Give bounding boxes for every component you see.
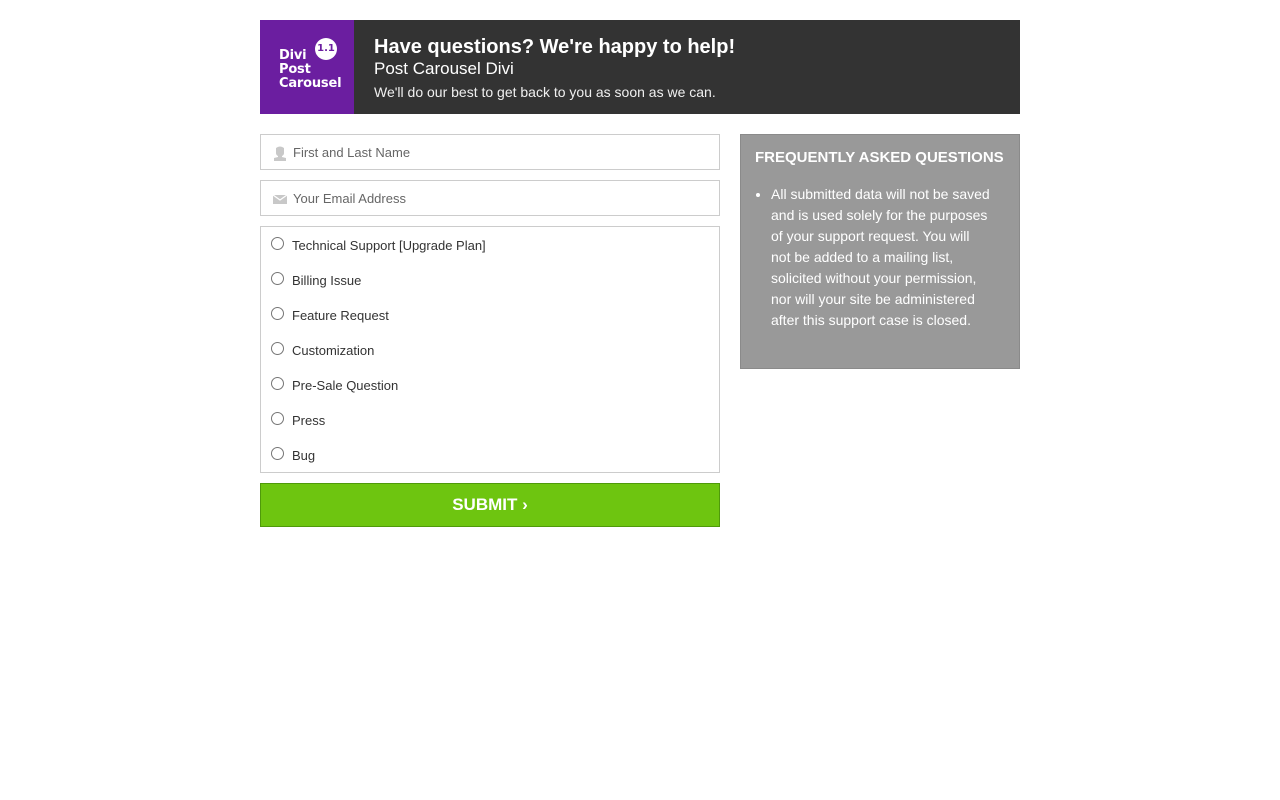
user-icon <box>274 146 286 161</box>
topic-radio-press[interactable] <box>271 412 284 425</box>
header-subtitle: We'll do our best to get back to you as … <box>374 84 716 100</box>
topic-radio-feature-request[interactable] <box>271 307 284 320</box>
logo-line-3: Carousel <box>279 76 342 91</box>
faq-title: FREQUENTLY ASKED QUESTIONS <box>755 149 1004 166</box>
topic-option: Customization <box>261 340 719 375</box>
topic-option: Billing Issue <box>261 270 719 305</box>
topic-radio-technical-support[interactable] <box>271 237 284 250</box>
support-header: 1.1 Divi Post Carousel Have questions? W… <box>260 20 1020 114</box>
name-input[interactable] <box>293 135 713 169</box>
topic-label[interactable]: Press <box>292 413 325 429</box>
topic-option: Technical Support [Upgrade Plan] <box>261 235 719 270</box>
topic-option: Press <box>261 410 719 445</box>
faq-list: All submitted data will not be saved and… <box>755 184 1005 331</box>
topic-radio-customization[interactable] <box>271 342 284 355</box>
faq-item: All submitted data will not be saved and… <box>771 184 991 331</box>
support-form: Technical Support [Upgrade Plan] Billing… <box>260 134 720 527</box>
topic-label[interactable]: Bug <box>292 448 315 464</box>
envelope-icon <box>272 194 288 204</box>
topic-label[interactable]: Billing Issue <box>292 273 361 289</box>
topic-option: Pre-Sale Question <box>261 375 719 410</box>
topic-radio-billing[interactable] <box>271 272 284 285</box>
topic-option: Feature Request <box>261 305 719 340</box>
logo-line-1: Divi <box>279 48 307 63</box>
product-name: Post Carousel Divi <box>374 59 514 78</box>
faq-panel: FREQUENTLY ASKED QUESTIONS All submitted… <box>740 134 1020 369</box>
topic-label[interactable]: Feature Request <box>292 308 389 324</box>
header-text: Have questions? We're happy to help! Pos… <box>354 20 735 114</box>
name-field <box>260 134 720 170</box>
topic-label[interactable]: Technical Support [Upgrade Plan] <box>292 238 486 254</box>
topic-label[interactable]: Customization <box>292 343 374 359</box>
logo-text: Divi Post Carousel <box>279 48 342 91</box>
submit-button[interactable]: SUBMIT › <box>260 483 720 527</box>
email-input[interactable] <box>293 181 713 215</box>
topic-option: Bug <box>261 445 719 480</box>
topic-radio-pre-sale[interactable] <box>271 377 284 390</box>
topic-radio-bug[interactable] <box>271 447 284 460</box>
topic-label[interactable]: Pre-Sale Question <box>292 378 398 394</box>
header-title: Have questions? We're happy to help! <box>374 36 736 58</box>
email-field <box>260 180 720 216</box>
product-logo: 1.1 Divi Post Carousel <box>260 20 354 114</box>
logo-line-2: Post <box>279 62 311 77</box>
topic-radio-group: Technical Support [Upgrade Plan] Billing… <box>260 226 720 473</box>
